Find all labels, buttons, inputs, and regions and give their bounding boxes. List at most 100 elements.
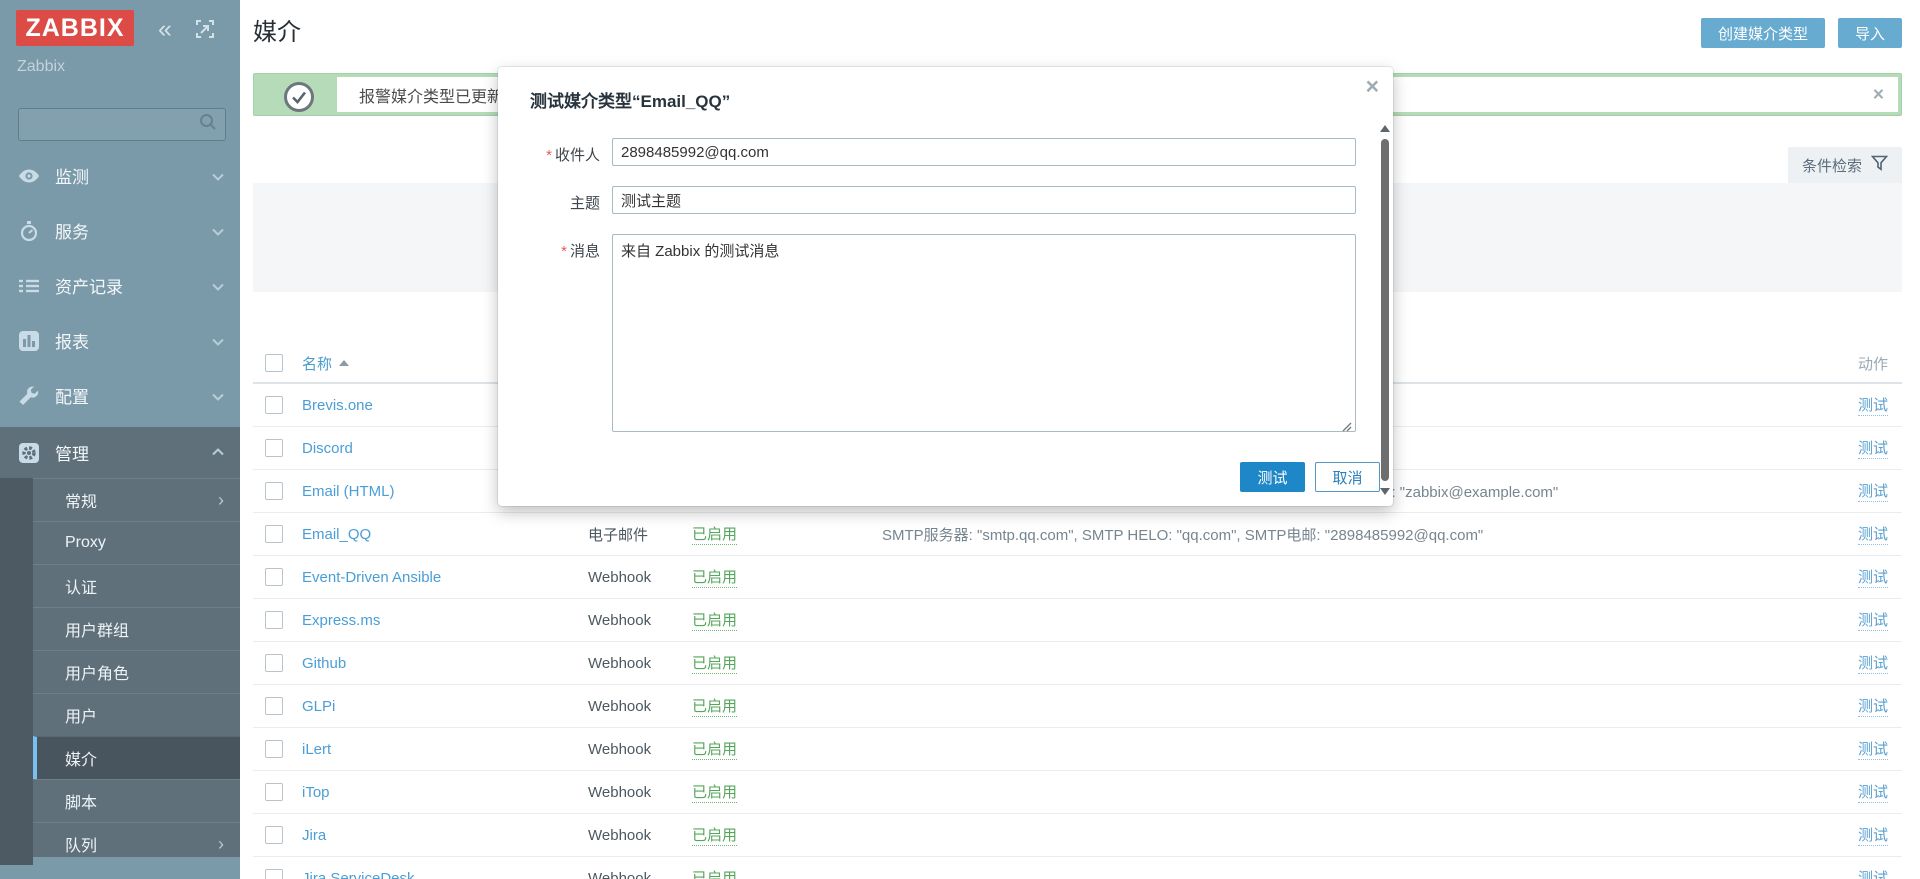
- test-action-link[interactable]: 测试: [1858, 609, 1888, 631]
- eye-icon: [18, 165, 40, 187]
- sidebar-subitem[interactable]: 认证: [33, 564, 240, 607]
- submenu-indent-strip: [0, 478, 33, 865]
- filter-tab[interactable]: 条件检索: [1788, 147, 1902, 183]
- header-actions: 创建媒介类型 导入: [1701, 18, 1902, 48]
- sidebar-item-label: 资产记录: [55, 273, 123, 298]
- row-checkbox[interactable]: [265, 740, 283, 758]
- chevron-down-icon: [212, 386, 224, 406]
- media-type-name-link[interactable]: Email (HTML): [302, 483, 395, 500]
- scroll-up-icon[interactable]: [1380, 125, 1390, 132]
- test-action-link[interactable]: 测试: [1858, 523, 1888, 545]
- list-icon: [18, 275, 40, 297]
- test-action-link[interactable]: 测试: [1858, 867, 1888, 879]
- test-action-link[interactable]: 测试: [1858, 652, 1888, 674]
- sidebar-item-services[interactable]: 服务: [0, 203, 240, 258]
- cancel-button[interactable]: 取消: [1315, 462, 1380, 492]
- media-type-name-link[interactable]: Jira ServiceDesk: [302, 870, 415, 879]
- sidebar-search[interactable]: [18, 108, 226, 141]
- status-enabled-link[interactable]: 已启用: [692, 824, 737, 846]
- media-type-name-link[interactable]: Event-Driven Ansible: [302, 569, 441, 586]
- row-checkbox[interactable]: [265, 525, 283, 543]
- select-all-checkbox[interactable]: [265, 354, 283, 372]
- test-action-link[interactable]: 测试: [1858, 566, 1888, 588]
- scrollbar-thumb[interactable]: [1381, 139, 1389, 481]
- sidebar-admin-section: 管理 常规 › Proxy 认证 用户群组 用户角色 用户: [0, 427, 240, 857]
- table-row: Event-Driven Ansible Webhook 已启用 测试: [253, 556, 1902, 599]
- sidebar-subitem[interactable]: 用户群组: [33, 607, 240, 650]
- status-enabled-link[interactable]: 已启用: [692, 652, 737, 674]
- report-icon: [18, 330, 40, 352]
- sidebar-collapse-icon[interactable]: «: [158, 14, 172, 44]
- status-enabled-link[interactable]: 已启用: [692, 566, 737, 588]
- sidebar-item-label: 报表: [55, 328, 89, 353]
- sidebar-subitem-label: 用户角色: [65, 660, 129, 684]
- status-enabled-link[interactable]: 已启用: [692, 695, 737, 717]
- media-type-name-link[interactable]: Express.ms: [302, 612, 380, 629]
- media-type-name-link[interactable]: iLert: [302, 741, 331, 758]
- sidebar-subitem[interactable]: 用户角色: [33, 650, 240, 693]
- test-action-link[interactable]: 测试: [1858, 695, 1888, 717]
- row-checkbox[interactable]: [265, 482, 283, 500]
- chevron-down-icon: [212, 166, 224, 186]
- test-button[interactable]: 测试: [1240, 462, 1305, 492]
- sidebar-subitem[interactable]: Proxy: [33, 521, 240, 564]
- media-type-details: SMTP服务器: "smtp.qq.com", SMTP HELO: "qq.c…: [882, 524, 1837, 545]
- recipient-input[interactable]: [612, 138, 1356, 166]
- dialog-close-icon[interactable]: ×: [1366, 75, 1379, 98]
- media-type-type: Webhook: [588, 827, 692, 844]
- import-button[interactable]: 导入: [1838, 18, 1902, 48]
- message-textarea[interactable]: 来自 Zabbix 的测试消息: [612, 234, 1356, 432]
- media-type-type: 电子邮件: [588, 524, 692, 545]
- scroll-down-icon[interactable]: [1380, 488, 1390, 495]
- status-enabled-link[interactable]: 已启用: [692, 867, 737, 879]
- media-type-name-link[interactable]: iTop: [302, 784, 330, 801]
- sidebar-subitem[interactable]: 队列 ›: [33, 822, 240, 865]
- row-checkbox[interactable]: [265, 611, 283, 629]
- media-type-type: Webhook: [588, 569, 692, 586]
- sidebar-item-monitoring[interactable]: 监测: [0, 148, 240, 203]
- test-action-link[interactable]: 测试: [1858, 437, 1888, 459]
- dialog-scrollbar[interactable]: [1379, 125, 1391, 495]
- media-type-name-link[interactable]: Brevis.one: [302, 397, 373, 414]
- status-enabled-link[interactable]: 已启用: [692, 738, 737, 760]
- row-checkbox[interactable]: [265, 869, 283, 879]
- sidebar-item-administration[interactable]: 管理: [0, 427, 240, 478]
- test-action-link[interactable]: 测试: [1858, 738, 1888, 760]
- row-checkbox[interactable]: [265, 783, 283, 801]
- media-type-name-link[interactable]: Email_QQ: [302, 526, 371, 543]
- media-type-name-link[interactable]: Discord: [302, 440, 353, 457]
- wrench-icon: [18, 385, 40, 407]
- sidebar-expand-icon[interactable]: [196, 20, 214, 43]
- sidebar-subitem[interactable]: 媒介: [33, 736, 240, 779]
- sidebar-item-reports[interactable]: 报表: [0, 313, 240, 368]
- create-media-type-button[interactable]: 创建媒介类型: [1701, 18, 1825, 48]
- chevron-down-icon: [212, 331, 224, 351]
- media-type-name-link[interactable]: Jira: [302, 827, 326, 844]
- sidebar-subitem[interactable]: 用户: [33, 693, 240, 736]
- row-checkbox[interactable]: [265, 568, 283, 586]
- row-checkbox[interactable]: [265, 826, 283, 844]
- status-enabled-link[interactable]: 已启用: [692, 523, 737, 545]
- subject-input[interactable]: [612, 186, 1356, 214]
- sidebar-item-label: 管理: [55, 440, 89, 465]
- zabbix-logo[interactable]: ZABBIX: [16, 10, 134, 46]
- test-action-link[interactable]: 测试: [1858, 480, 1888, 502]
- media-type-name-link[interactable]: Github: [302, 655, 346, 672]
- status-enabled-link[interactable]: 已启用: [692, 609, 737, 631]
- sidebar-item-inventory[interactable]: 资产记录: [0, 258, 240, 313]
- row-checkbox[interactable]: [265, 697, 283, 715]
- sidebar-subitem[interactable]: 常规 ›: [33, 478, 240, 521]
- banner-close-icon[interactable]: ×: [1873, 85, 1884, 104]
- sidebar-subitem[interactable]: 脚本: [33, 779, 240, 822]
- stopwatch-icon: [18, 220, 40, 242]
- row-checkbox[interactable]: [265, 654, 283, 672]
- test-action-link[interactable]: 测试: [1858, 394, 1888, 416]
- media-type-name-link[interactable]: GLPi: [302, 698, 335, 715]
- test-action-link[interactable]: 测试: [1858, 781, 1888, 803]
- row-checkbox[interactable]: [265, 396, 283, 414]
- sidebar-menu: 监测 服务: [0, 148, 240, 423]
- row-checkbox[interactable]: [265, 439, 283, 457]
- sidebar-item-configuration[interactable]: 配置: [0, 368, 240, 423]
- status-enabled-link[interactable]: 已启用: [692, 781, 737, 803]
- test-action-link[interactable]: 测试: [1858, 824, 1888, 846]
